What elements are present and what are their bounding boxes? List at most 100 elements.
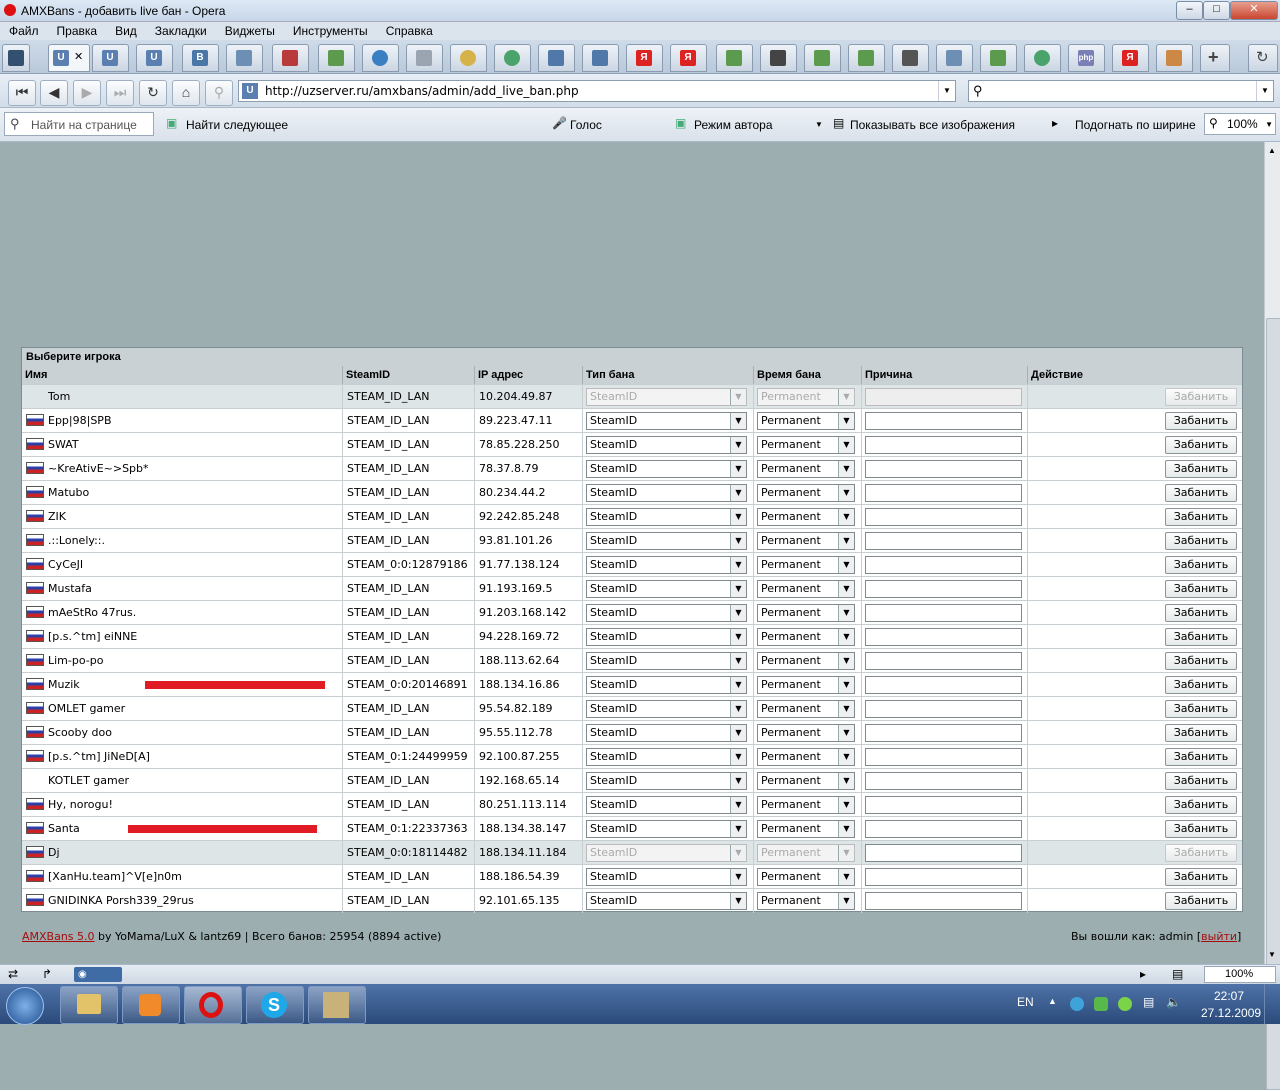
menu-widgets[interactable]: Виджеты bbox=[216, 22, 284, 38]
ban-button[interactable]: Забанить bbox=[1165, 796, 1237, 814]
ban-button[interactable]: Забанить bbox=[1165, 676, 1237, 694]
ban-time-select[interactable]: Permanent ▼ bbox=[757, 532, 855, 550]
ban-time-select[interactable]: Permanent ▼ bbox=[757, 436, 855, 454]
ban-time-select[interactable]: Permanent ▼ bbox=[757, 484, 855, 502]
volume-icon[interactable]: 🔈 bbox=[1166, 995, 1181, 1009]
network-icon[interactable]: ▤ bbox=[1143, 995, 1154, 1009]
close-window-button[interactable]: ✕ bbox=[1230, 1, 1278, 20]
menu-tools[interactable]: Инструменты bbox=[284, 22, 377, 38]
tab[interactable]: B bbox=[182, 44, 219, 72]
wand-button[interactable]: ⚲ bbox=[205, 80, 233, 106]
reason-input[interactable] bbox=[865, 700, 1022, 718]
tray-app-icon[interactable] bbox=[1094, 997, 1108, 1011]
reason-input[interactable] bbox=[865, 676, 1022, 694]
ban-button[interactable]: Забанить bbox=[1165, 724, 1237, 742]
ban-button[interactable]: Забанить bbox=[1165, 748, 1237, 766]
clock-time[interactable]: 22:07 bbox=[1214, 989, 1244, 1003]
ban-button[interactable]: Забанить bbox=[1165, 580, 1237, 598]
ban-button[interactable]: Забанить bbox=[1165, 652, 1237, 670]
show-desktop-button[interactable] bbox=[1264, 984, 1280, 1024]
ban-time-select[interactable]: Permanent ▼ bbox=[757, 820, 855, 838]
ban-time-select[interactable]: Permanent ▼ bbox=[757, 748, 855, 766]
ban-time-select[interactable]: Permanent ▼ bbox=[757, 724, 855, 742]
menu-view[interactable]: Вид bbox=[106, 22, 146, 38]
chevron-down-icon[interactable]: ▼ bbox=[1256, 81, 1273, 101]
ban-button[interactable]: Забанить bbox=[1165, 868, 1237, 886]
tray-expand-icon[interactable]: ▲ bbox=[1048, 996, 1057, 1006]
menu-bookmarks[interactable]: Закладки bbox=[146, 22, 216, 38]
explorer-taskbar-button[interactable] bbox=[60, 986, 118, 1024]
language-indicator[interactable]: EN bbox=[1017, 995, 1034, 1009]
menu-help[interactable]: Справка bbox=[377, 22, 442, 38]
ban-type-select[interactable]: SteamID ▼ bbox=[586, 748, 747, 766]
scroll-down-icon[interactable]: ▼ bbox=[1268, 950, 1276, 959]
tab[interactable] bbox=[362, 44, 399, 72]
ban-time-select[interactable]: Permanent ▼ bbox=[757, 844, 855, 862]
ban-type-select[interactable]: SteamID ▼ bbox=[586, 580, 747, 598]
status-zoom-select[interactable]: 100% bbox=[1204, 966, 1276, 983]
tab[interactable] bbox=[980, 44, 1017, 72]
ban-type-select[interactable]: SteamID ▼ bbox=[586, 508, 747, 526]
ban-time-select[interactable]: Permanent ▼ bbox=[757, 796, 855, 814]
ban-time-select[interactable]: Permanent ▼ bbox=[757, 868, 855, 886]
search-field[interactable]: ⚲ ▼ bbox=[968, 80, 1274, 102]
tab[interactable]: U bbox=[136, 44, 173, 72]
ban-type-select[interactable]: SteamID ▼ bbox=[586, 388, 747, 406]
tab[interactable] bbox=[406, 44, 443, 72]
fit-width-icon[interactable]: ▸ bbox=[1140, 967, 1146, 981]
ban-time-select[interactable]: Permanent ▼ bbox=[757, 580, 855, 598]
reason-input[interactable] bbox=[865, 652, 1022, 670]
panel-toggle-button[interactable] bbox=[2, 44, 30, 72]
vertical-scrollbar[interactable]: ▲ ▼ bbox=[1264, 142, 1280, 1090]
media-taskbar-button[interactable] bbox=[122, 986, 180, 1024]
tab[interactable] bbox=[848, 44, 885, 72]
turbo-icon[interactable]: ◉ bbox=[74, 967, 122, 982]
reason-input[interactable] bbox=[865, 556, 1022, 574]
reason-input[interactable] bbox=[865, 532, 1022, 550]
ban-type-select[interactable]: SteamID ▼ bbox=[586, 772, 747, 790]
ban-type-select[interactable]: SteamID ▼ bbox=[586, 484, 747, 502]
ban-time-select[interactable]: Permanent ▼ bbox=[757, 388, 855, 406]
ban-type-select[interactable]: SteamID ▼ bbox=[586, 532, 747, 550]
tray-app-icon[interactable] bbox=[1070, 997, 1084, 1011]
ban-type-select[interactable]: SteamID ▼ bbox=[586, 460, 747, 478]
skype-taskbar-button[interactable]: S bbox=[246, 986, 304, 1024]
reason-input[interactable] bbox=[865, 460, 1022, 478]
find-next-button[interactable]: Найти следующее bbox=[186, 118, 288, 132]
reason-input[interactable] bbox=[865, 580, 1022, 598]
ban-time-select[interactable]: Permanent ▼ bbox=[757, 652, 855, 670]
ban-button[interactable]: Забанить bbox=[1165, 556, 1237, 574]
back-button[interactable]: ◀ bbox=[40, 80, 68, 106]
rewind-button[interactable]: ⏮ bbox=[8, 80, 36, 106]
tab[interactable]: Я bbox=[1112, 44, 1149, 72]
ban-button[interactable]: Забанить bbox=[1165, 892, 1237, 910]
new-tab-button[interactable]: + bbox=[1200, 44, 1230, 72]
home-button[interactable]: ⌂ bbox=[172, 80, 200, 106]
tab[interactable] bbox=[582, 44, 619, 72]
reason-input[interactable] bbox=[865, 436, 1022, 454]
scroll-up-icon[interactable]: ▲ bbox=[1268, 146, 1276, 155]
ban-type-select[interactable]: SteamID ▼ bbox=[586, 436, 747, 454]
chevron-down-icon[interactable]: ▼ bbox=[938, 81, 955, 101]
logout-link[interactable]: выйти bbox=[1201, 930, 1237, 943]
view-icon[interactable]: ▤ bbox=[1172, 967, 1183, 981]
ban-button[interactable]: Забанить bbox=[1165, 700, 1237, 718]
tab[interactable] bbox=[804, 44, 841, 72]
ban-button[interactable]: Забанить bbox=[1165, 628, 1237, 646]
reason-input[interactable] bbox=[865, 484, 1022, 502]
trash-button[interactable]: ↻ bbox=[1248, 44, 1278, 72]
ban-type-select[interactable]: SteamID ▼ bbox=[586, 820, 747, 838]
ban-type-select[interactable]: SteamID ▼ bbox=[586, 556, 747, 574]
ban-button[interactable]: Забанить bbox=[1165, 388, 1237, 406]
ban-time-select[interactable]: Permanent ▼ bbox=[757, 604, 855, 622]
chevron-down-icon[interactable]: ▼ bbox=[815, 120, 823, 129]
reason-input[interactable] bbox=[865, 796, 1022, 814]
reason-input[interactable] bbox=[865, 820, 1022, 838]
ban-time-select[interactable]: Permanent ▼ bbox=[757, 556, 855, 574]
ban-type-select[interactable]: SteamID ▼ bbox=[586, 676, 747, 694]
ban-button[interactable]: Забанить bbox=[1165, 484, 1237, 502]
ban-button[interactable]: Забанить bbox=[1165, 820, 1237, 838]
ban-type-select[interactable]: SteamID ▼ bbox=[586, 412, 747, 430]
tab[interactable] bbox=[1024, 44, 1061, 72]
ban-time-select[interactable]: Permanent ▼ bbox=[757, 508, 855, 526]
